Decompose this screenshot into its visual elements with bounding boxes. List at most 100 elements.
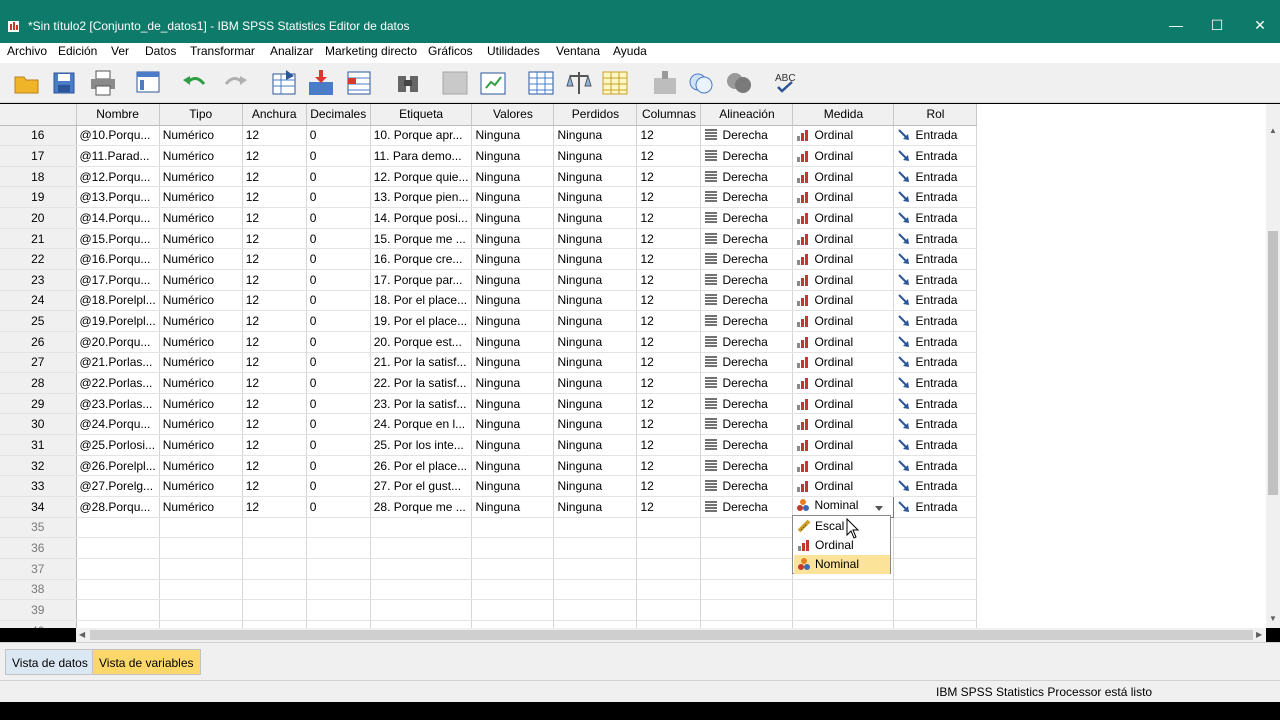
cell-decimales[interactable]: 0 (306, 145, 371, 167)
cell-columnas[interactable]: 12 (636, 475, 702, 498)
cell-valores[interactable]: Ninguna (471, 269, 555, 291)
cell-nombre[interactable]: @12.Porqu... (76, 166, 160, 188)
row-number[interactable]: 37 (0, 558, 77, 580)
cell-valores[interactable]: Ninguna (471, 372, 555, 394)
cell-valores[interactable]: Ninguna (471, 352, 555, 374)
cell-alineacion[interactable]: Derecha (700, 228, 794, 250)
cell-perdidos[interactable]: Ninguna (553, 455, 638, 477)
cell-rol[interactable]: Entrada (893, 290, 978, 312)
column-header-tipo[interactable]: Tipo (159, 104, 243, 126)
cell-etiqueta[interactable]: 10. Porque apr... (370, 125, 473, 147)
menu-graficos[interactable]: Gráficos (428, 44, 473, 58)
cell-perdidos[interactable]: Ninguna (553, 269, 638, 291)
cell-valores[interactable]: Ninguna (471, 207, 555, 229)
cell-alineacion[interactable]: Derecha (700, 166, 794, 188)
cell-medida[interactable]: Ordinal (792, 166, 895, 188)
cell-rol[interactable]: Entrada (893, 352, 978, 374)
empty-cell[interactable] (242, 517, 307, 539)
scroll-down-icon[interactable]: ▼ (1269, 614, 1277, 623)
row-number[interactable]: 34 (0, 496, 77, 518)
cell-anchura[interactable]: 12 (242, 496, 307, 518)
empty-cell[interactable] (893, 599, 978, 621)
empty-cell[interactable] (159, 537, 243, 559)
cell-etiqueta[interactable]: 21. Por la satisf... (370, 352, 473, 374)
cell-nombre[interactable]: @20.Porqu... (76, 331, 160, 353)
cell-decimales[interactable]: 0 (306, 310, 371, 332)
cell-columnas[interactable]: 12 (636, 207, 702, 229)
empty-cell[interactable] (700, 579, 794, 601)
cell-rol[interactable]: Entrada (893, 434, 978, 456)
empty-cell[interactable] (306, 599, 371, 621)
row-number[interactable]: 17 (0, 145, 77, 167)
row-number[interactable]: 33 (0, 475, 77, 498)
cell-rol[interactable]: Entrada (893, 455, 978, 477)
row-number[interactable]: 18 (0, 166, 77, 188)
measure-option-escala[interactable]: Escal (794, 517, 890, 536)
empty-cell[interactable] (159, 620, 243, 628)
cell-tipo[interactable]: Numérico (159, 455, 243, 477)
cell-columnas[interactable]: 12 (636, 228, 702, 250)
cell-medida[interactable]: Ordinal (792, 413, 895, 436)
cell-alineacion[interactable]: Derecha (700, 496, 794, 518)
cell-columnas[interactable]: 12 (636, 290, 702, 312)
cell-alineacion[interactable]: Derecha (700, 455, 794, 477)
cell-rol[interactable]: Entrada (893, 310, 978, 332)
cell-rol[interactable]: Entrada (893, 228, 978, 250)
cell-nombre[interactable]: @19.Porelpl... (76, 310, 160, 332)
empty-cell[interactable] (471, 620, 555, 628)
cell-valores[interactable]: Ninguna (471, 186, 555, 209)
cell-nombre[interactable]: @18.Porelpl... (76, 290, 160, 312)
row-number[interactable]: 27 (0, 352, 77, 374)
empty-cell[interactable] (700, 537, 794, 559)
cell-tipo[interactable]: Numérico (159, 269, 243, 291)
cell-tipo[interactable]: Numérico (159, 125, 243, 147)
cell-anchura[interactable]: 12 (242, 331, 307, 353)
cell-nombre[interactable]: @10.Porqu... (76, 125, 160, 147)
empty-cell[interactable] (471, 579, 555, 601)
menu-archivo[interactable]: Archivo (7, 44, 47, 58)
row-number[interactable]: 31 (0, 434, 77, 456)
value-labels-icon[interactable] (650, 68, 680, 98)
empty-cell[interactable] (893, 537, 978, 559)
row-number[interactable]: 20 (0, 207, 77, 229)
cell-valores[interactable]: Ninguna (471, 413, 555, 436)
cell-medida[interactable]: Ordinal (792, 434, 895, 456)
cell-perdidos[interactable]: Ninguna (553, 290, 638, 312)
menu-edicion[interactable]: Edición (58, 44, 97, 58)
cell-valores[interactable]: Ninguna (471, 290, 555, 312)
cell-columnas[interactable]: 12 (636, 125, 702, 147)
empty-cell[interactable] (306, 620, 371, 628)
cell-perdidos[interactable]: Ninguna (553, 434, 638, 456)
row-number[interactable]: 30 (0, 413, 77, 436)
cell-columnas[interactable]: 12 (636, 145, 702, 167)
row-number[interactable]: 19 (0, 186, 77, 209)
measure-dropdown-list[interactable]: Escal Ordinal Nominal (792, 515, 891, 574)
empty-cell[interactable] (306, 579, 371, 601)
cell-rol[interactable]: Entrada (893, 207, 978, 229)
empty-cell[interactable] (76, 620, 160, 628)
cell-medida[interactable]: Ordinal (792, 393, 895, 415)
open-icon[interactable] (12, 68, 42, 98)
minimize-button[interactable]: — (1166, 15, 1186, 35)
cell-anchura[interactable]: 12 (242, 186, 307, 209)
cell-nombre[interactable]: @22.Porlas... (76, 372, 160, 394)
column-header-alineacion[interactable]: Alineación (700, 104, 794, 126)
cell-anchura[interactable]: 12 (242, 145, 307, 167)
cell-anchura[interactable]: 12 (242, 248, 307, 270)
cell-anchura[interactable]: 12 (242, 434, 307, 456)
empty-cell[interactable] (893, 579, 978, 601)
empty-cell[interactable] (471, 558, 555, 580)
row-number[interactable]: 16 (0, 125, 77, 147)
empty-cell[interactable] (306, 517, 371, 539)
cell-etiqueta[interactable]: 19. Por el place... (370, 310, 473, 332)
scroll-left-icon[interactable]: ◀ (79, 630, 85, 639)
cell-anchura[interactable]: 12 (242, 207, 307, 229)
cell-medida[interactable]: Ordinal (792, 455, 895, 477)
column-header-valores[interactable]: Valores (471, 104, 555, 126)
cell-medida[interactable]: Ordinal (792, 269, 895, 291)
cell-rol[interactable]: Entrada (893, 413, 978, 436)
close-button[interactable]: ✕ (1250, 15, 1270, 35)
cell-etiqueta[interactable]: 18. Por el place... (370, 290, 473, 312)
cell-alineacion[interactable]: Derecha (700, 290, 794, 312)
cell-rol[interactable]: Entrada (893, 475, 978, 498)
